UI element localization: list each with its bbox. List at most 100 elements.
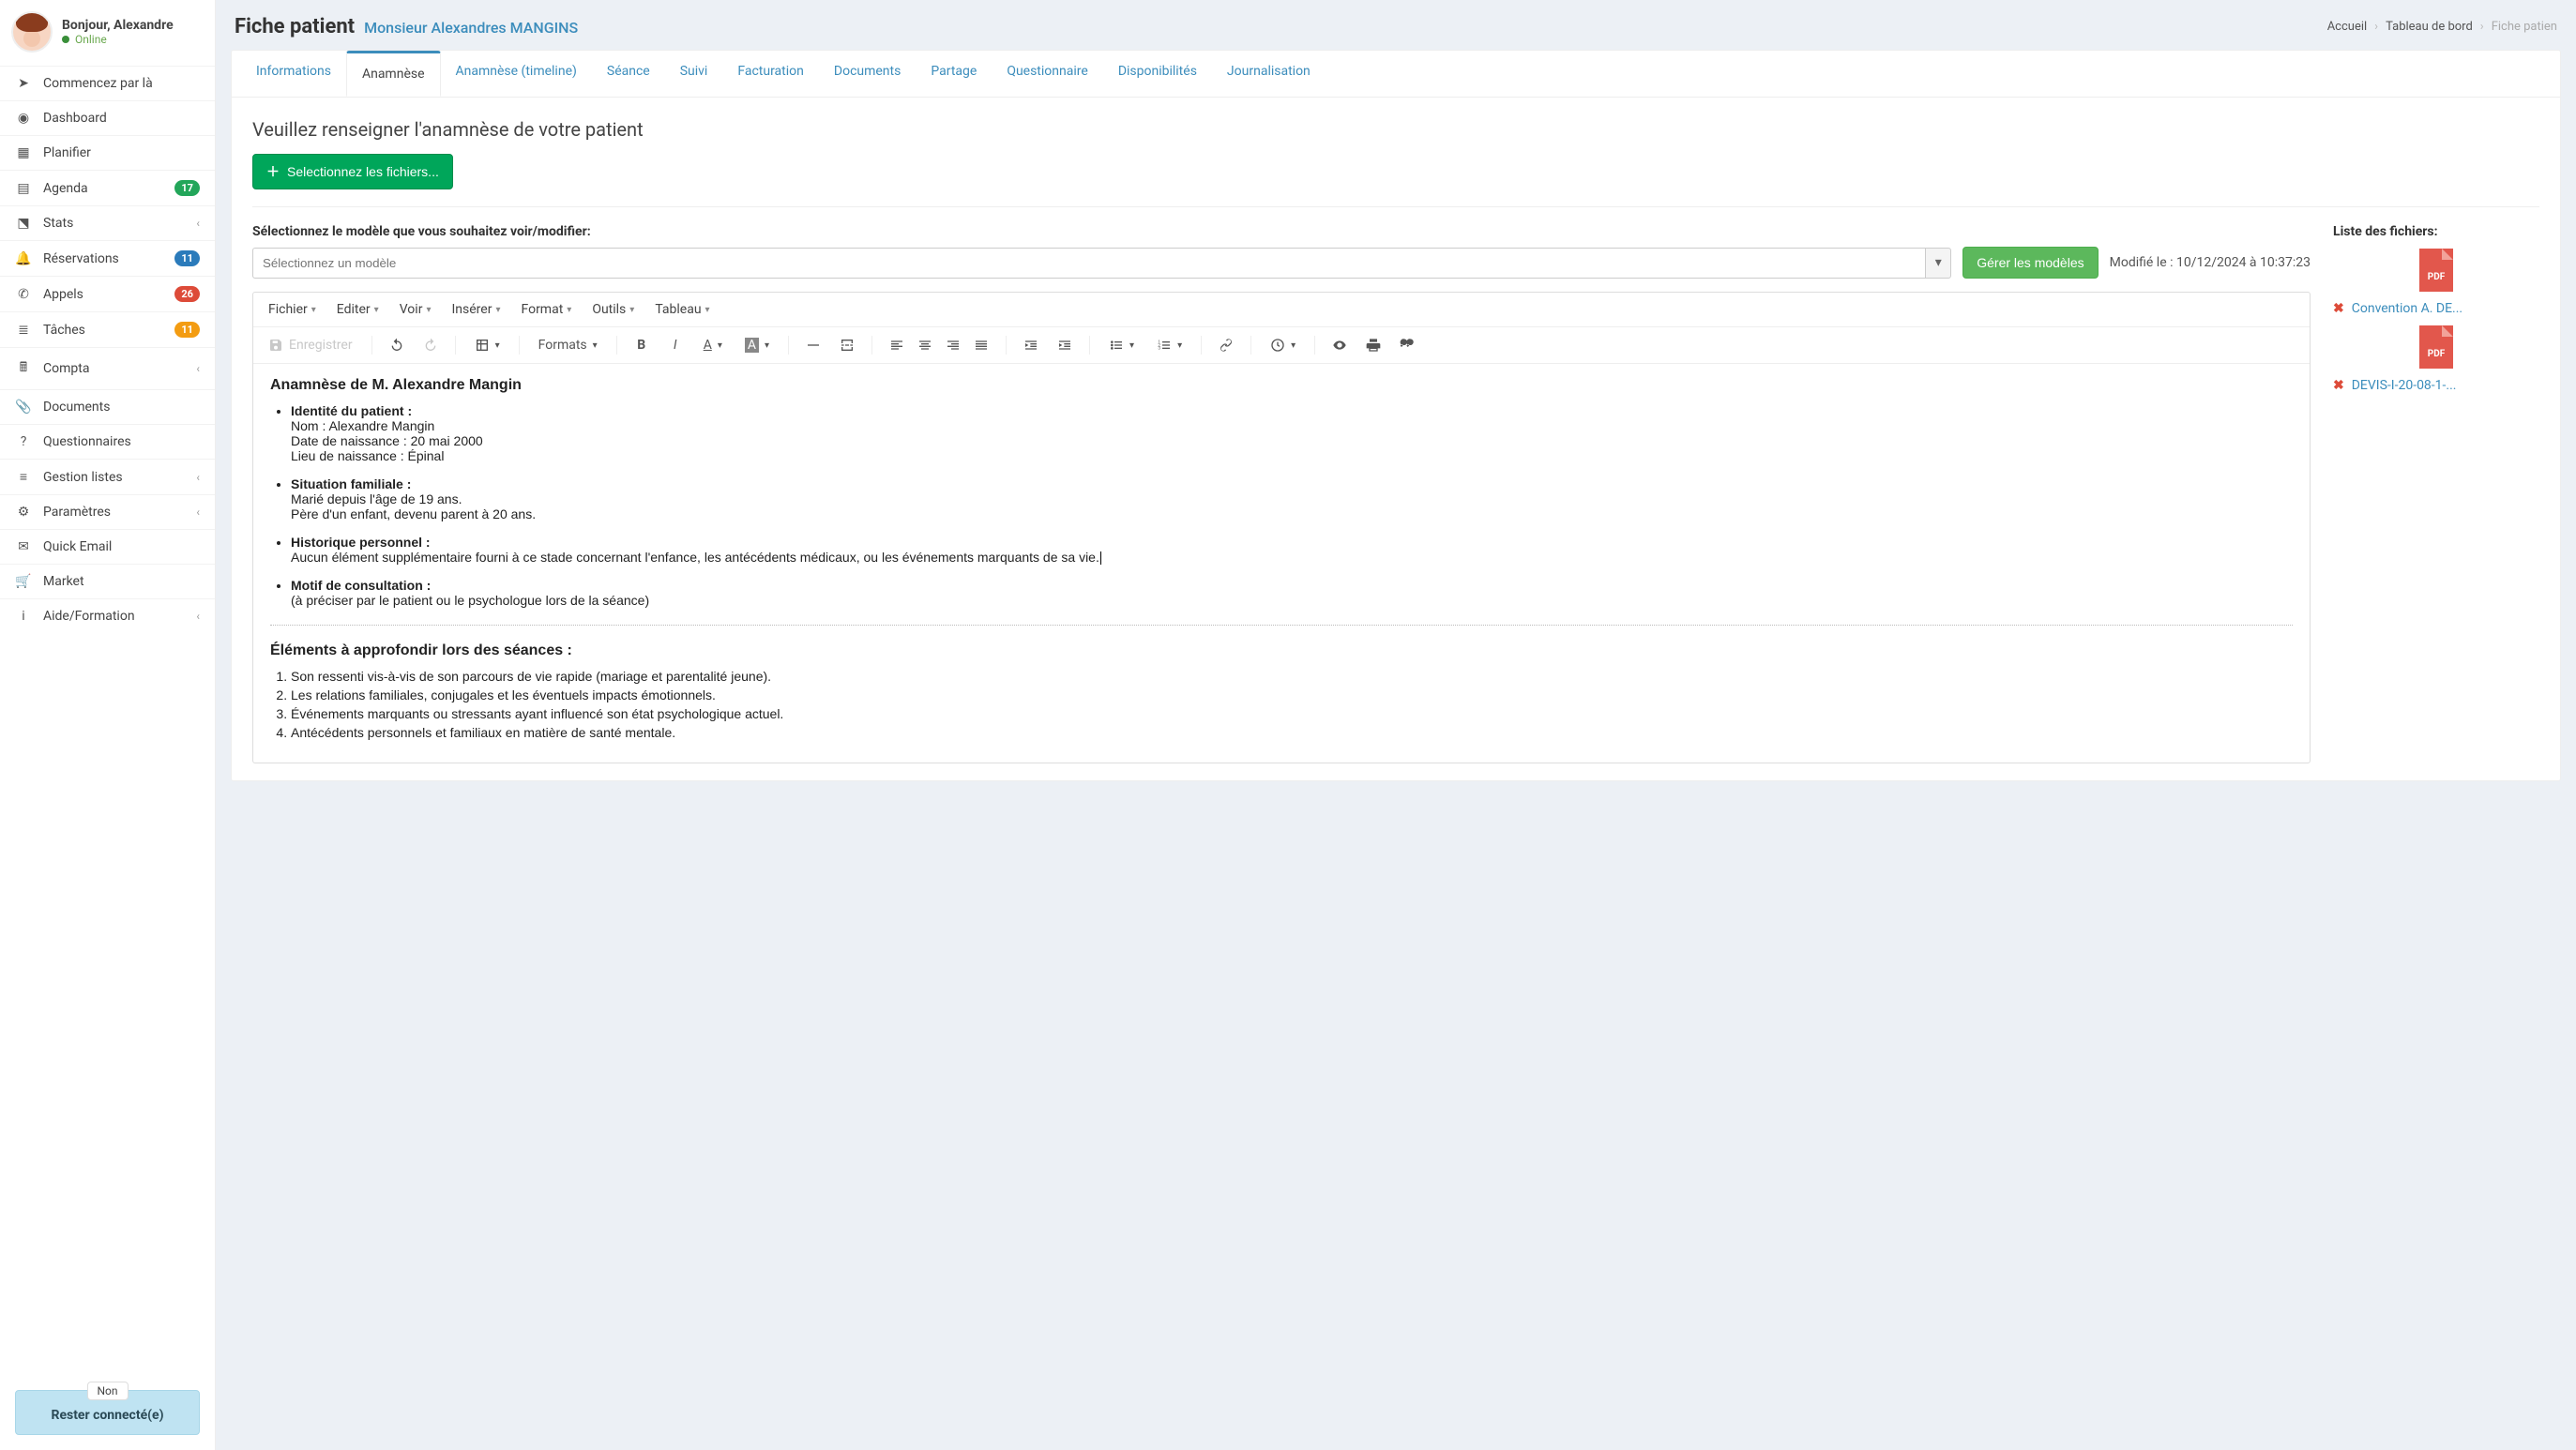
sidebar-item-label: Aide/Formation bbox=[43, 609, 135, 624]
sidebar-icon: ? bbox=[15, 434, 32, 449]
sidebar-item-dashboard[interactable]: ◉Dashboard bbox=[0, 100, 215, 135]
history-heading: Historique personnel : bbox=[291, 535, 431, 550]
model-select-input[interactable] bbox=[252, 248, 1925, 279]
tab-questionnaire[interactable]: Questionnaire bbox=[992, 51, 1103, 97]
table-insert-button[interactable]: ▾ bbox=[467, 333, 508, 357]
status-dot-icon bbox=[62, 36, 69, 43]
sidebar-item-gestion-listes[interactable]: ≡Gestion listes‹ bbox=[0, 459, 215, 494]
sidebar-item-commencez-par-l-[interactable]: ➤Commencez par là bbox=[0, 66, 215, 100]
outdent-button[interactable] bbox=[1018, 333, 1044, 357]
stay-connected-label: Rester connecté(e) bbox=[25, 1408, 189, 1423]
align-justify-button[interactable] bbox=[968, 333, 994, 357]
undo-button[interactable] bbox=[384, 333, 410, 357]
sidebar-user: Bonjour, Alexandre Online bbox=[0, 0, 215, 60]
tab-partage[interactable]: Partage bbox=[916, 51, 992, 97]
badge: 17 bbox=[174, 180, 200, 196]
tab-informations[interactable]: Informations bbox=[241, 51, 346, 97]
menu-fichier[interactable]: Fichier▾ bbox=[261, 298, 324, 321]
tab-disponibilit-s[interactable]: Disponibilités bbox=[1103, 51, 1212, 97]
ordered-list-button[interactable]: 123▾ bbox=[1149, 333, 1190, 357]
sidebar-item-quick-email[interactable]: ✉Quick Email bbox=[0, 529, 215, 564]
find-button[interactable] bbox=[1394, 333, 1420, 357]
menu-insérer[interactable]: Insérer▾ bbox=[444, 298, 508, 321]
indent-button[interactable] bbox=[1052, 333, 1078, 357]
bold-button[interactable]: B bbox=[629, 333, 655, 357]
preview-button[interactable] bbox=[1326, 333, 1353, 357]
manage-models-button[interactable]: Gérer les modèles bbox=[1962, 247, 2098, 279]
sidebar-item-market[interactable]: 🛒Market bbox=[0, 564, 215, 598]
sidebar-item-aide-formation[interactable]: iAide/Formation‹ bbox=[0, 598, 215, 633]
bullet-list-button[interactable]: ▾ bbox=[1101, 333, 1142, 357]
pdf-icon: PDF bbox=[2419, 325, 2453, 369]
delete-file-icon[interactable]: ✖ bbox=[2333, 301, 2344, 316]
file-link[interactable]: Convention A. DE... bbox=[2352, 301, 2462, 316]
tab-s-ance[interactable]: Séance bbox=[592, 51, 665, 97]
sidebar-nav: ➤Commencez par là◉Dashboard▦Planifier▤Ag… bbox=[0, 60, 215, 639]
link-button[interactable] bbox=[1213, 333, 1239, 357]
model-select[interactable]: ▾ bbox=[252, 248, 1951, 279]
sidebar-item-compta[interactable]: 🖩Compta‹ bbox=[0, 347, 215, 389]
align-left-button[interactable] bbox=[884, 333, 910, 357]
file-link[interactable]: DEVIS-I-20-08-1-... bbox=[2352, 378, 2457, 393]
caret-down-icon[interactable]: ▾ bbox=[1925, 248, 1951, 279]
sidebar-item-label: Documents bbox=[43, 400, 110, 415]
menu-tableau[interactable]: Tableau▾ bbox=[647, 298, 717, 321]
caret-down-icon: ▾ bbox=[629, 305, 634, 315]
align-center-button[interactable] bbox=[912, 333, 938, 357]
plus-icon: ＋ bbox=[266, 162, 280, 181]
sidebar-item-documents[interactable]: 📎Documents bbox=[0, 389, 215, 424]
menu-voir[interactable]: Voir▾ bbox=[392, 298, 439, 321]
tab-anamn-se-timeline-[interactable]: Anamnèse (timeline) bbox=[441, 51, 592, 97]
sidebar-item-r-servations[interactable]: 🔔Réservations11 bbox=[0, 240, 215, 276]
sidebar-icon: ✉ bbox=[15, 539, 32, 554]
save-button[interactable]: Enregistrer bbox=[261, 333, 360, 357]
caret-down-icon: ▾ bbox=[495, 305, 500, 315]
manage-models-label: Gérer les modèles bbox=[1977, 255, 2084, 270]
sidebar-item-label: Questionnaires bbox=[43, 434, 131, 449]
menu-outils[interactable]: Outils▾ bbox=[584, 298, 642, 321]
text-color-button[interactable]: A▾ bbox=[696, 333, 730, 357]
section-title: Veuillez renseigner l'anamnèse de votre … bbox=[252, 118, 2539, 141]
sidebar-item-planifier[interactable]: ▦Planifier bbox=[0, 135, 215, 170]
italic-button[interactable]: I bbox=[662, 333, 689, 357]
model-select-label: Sélectionnez le modèle que vous souhaite… bbox=[252, 224, 2311, 239]
user-status: Online bbox=[62, 33, 174, 46]
tab-anamn-se[interactable]: Anamnèse bbox=[346, 51, 441, 98]
sidebar-icon: ≣ bbox=[15, 323, 32, 338]
pagebreak-button[interactable] bbox=[834, 333, 860, 357]
sidebar-item-appels[interactable]: ✆Appels26 bbox=[0, 276, 215, 311]
sidebar-item-questionnaires[interactable]: ? Questionnaires bbox=[0, 424, 215, 459]
motive-heading: Motif de consultation : bbox=[291, 578, 431, 593]
editor-body[interactable]: Anamnèse de M. Alexandre Mangin Identité… bbox=[253, 364, 2310, 763]
redo-button[interactable] bbox=[417, 333, 444, 357]
sidebar-item-label: Planifier bbox=[43, 145, 91, 160]
delete-file-icon[interactable]: ✖ bbox=[2333, 378, 2344, 393]
tab-journalisation[interactable]: Journalisation bbox=[1212, 51, 1326, 97]
hr-button[interactable] bbox=[800, 333, 826, 357]
tab-suivi[interactable]: Suivi bbox=[665, 51, 723, 97]
sidebar-icon: ✆ bbox=[15, 287, 32, 302]
stay-connected-box[interactable]: Non Rester connecté(e) bbox=[15, 1390, 200, 1435]
menu-format[interactable]: Format▾ bbox=[513, 298, 579, 321]
chevron-left-icon: ‹ bbox=[196, 471, 200, 484]
select-files-button[interactable]: ＋ Selectionnez les fichiers... bbox=[252, 154, 453, 189]
sidebar-item-param-tres[interactable]: ⚙Paramètres‹ bbox=[0, 494, 215, 529]
tabs: InformationsAnamnèseAnamnèse (timeline)S… bbox=[232, 51, 2560, 98]
menu-editer[interactable]: Editer▾ bbox=[329, 298, 386, 321]
sidebar-item-agenda[interactable]: ▤Agenda17 bbox=[0, 170, 215, 205]
editor-toolbar: Enregistrer ▾ Formats▾ B bbox=[253, 327, 2310, 364]
sidebar-item-stats[interactable]: ⬔Stats‹ bbox=[0, 205, 215, 240]
print-button[interactable] bbox=[1360, 333, 1386, 357]
rich-text-editor: Fichier▾Editer▾ Voir▾Insérer▾Format▾Outil… bbox=[252, 292, 2311, 763]
caret-down-icon: ▾ bbox=[426, 305, 431, 315]
breadcrumb-accueil[interactable]: Accueil bbox=[2327, 20, 2367, 34]
page-subtitle[interactable]: Monsieur Alexandres MANGINS bbox=[364, 19, 578, 37]
tab-facturation[interactable]: Facturation bbox=[722, 51, 819, 97]
tab-documents[interactable]: Documents bbox=[819, 51, 916, 97]
sidebar-item-t-ches[interactable]: ≣Tâches11 bbox=[0, 311, 215, 347]
align-right-button[interactable] bbox=[940, 333, 966, 357]
datetime-button[interactable]: ▾ bbox=[1263, 333, 1303, 357]
breadcrumb-tableau[interactable]: Tableau de bord bbox=[2386, 20, 2473, 34]
bg-color-button[interactable]: A▾ bbox=[737, 333, 777, 357]
formats-dropdown[interactable]: Formats▾ bbox=[531, 333, 605, 357]
